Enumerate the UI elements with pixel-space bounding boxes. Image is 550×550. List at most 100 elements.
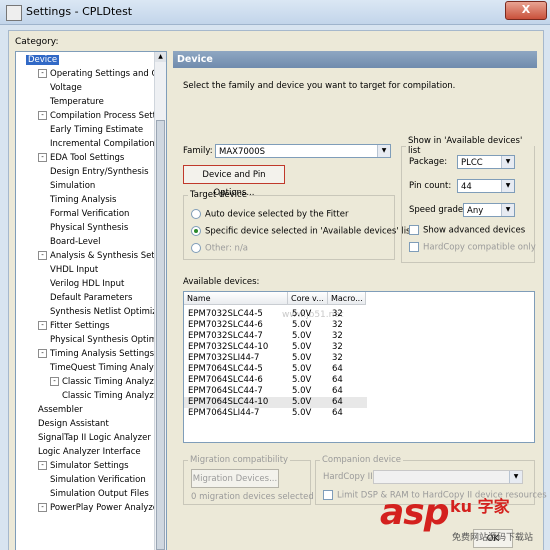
tree-item[interactable]: - Timing Analysis Settings	[38, 348, 154, 361]
tree-item-label: Physical Synthesis	[50, 223, 129, 233]
core-voltage: 5.0V	[292, 397, 312, 407]
category-label: Category:	[15, 37, 59, 47]
tree-item[interactable]: Logic Analyzer Interface	[38, 446, 141, 459]
tree-item[interactable]: Verilog HDL Input	[50, 278, 124, 291]
tree-item[interactable]: - Compilation Process Settings	[38, 110, 166, 123]
collapse-toggle-icon[interactable]: -	[38, 69, 47, 78]
tree-item[interactable]: Simulation	[50, 180, 95, 193]
checkbox-icon	[409, 242, 419, 252]
target-device-legend: Target device	[190, 190, 247, 200]
tree-item[interactable]: - Fitter Settings	[38, 320, 110, 333]
tree-item[interactable]: Simulation Verification	[50, 474, 146, 487]
macrocells: 64	[332, 375, 343, 385]
tree-item[interactable]: Timing Analysis	[50, 194, 116, 207]
tree-item[interactable]: Physical Synthesis	[50, 222, 128, 235]
table-row[interactable]: EPM7064SLC44-7 5.0V 64	[184, 386, 367, 397]
collapse-toggle-icon[interactable]: -	[38, 503, 47, 512]
tree-item[interactable]: VHDL Input	[50, 264, 98, 277]
tree-item[interactable]: Design Entry/Synthesis	[50, 166, 149, 179]
settings-window: Settings - CPLDtest X Category: Device - O…	[0, 0, 550, 550]
table-row[interactable]: EPM7032SLC44-6 5.0V 32	[184, 320, 367, 331]
tree-item[interactable]: -Classic Timing Analyzer Settings	[50, 376, 166, 389]
radio-specific-device[interactable]: Specific device selected in 'Available d…	[191, 226, 414, 237]
column-header-core[interactable]: Core v...	[288, 292, 328, 305]
tree-item-label: Design Entry/Synthesis	[50, 167, 149, 177]
brand-watermark: asp	[380, 492, 449, 533]
device-name: EPM7032SLC44-7	[188, 331, 263, 341]
close-button[interactable]: X	[505, 1, 547, 20]
collapse-toggle-icon[interactable]: -	[38, 111, 47, 120]
tree-item[interactable]: Simulation Output Files	[50, 488, 149, 501]
tree-item[interactable]: Default Parameters	[50, 292, 132, 305]
radio-selected-icon	[191, 226, 201, 236]
chevron-down-icon: ▼	[501, 180, 514, 192]
hardcopy-label: HardCopy II:	[323, 472, 376, 482]
core-voltage: 5.0V	[292, 320, 312, 330]
table-row[interactable]: EPM7064SLC44-5 5.0V 64	[184, 364, 367, 375]
speed-grade-value: Any	[467, 206, 484, 216]
tree-item-label: EDA Tool Settings	[50, 153, 125, 163]
tree-item[interactable]: Device	[26, 54, 60, 67]
column-header-macro[interactable]: Macro...	[328, 292, 366, 305]
table-row[interactable]: EPM7032SLC44-7 5.0V 32	[184, 331, 367, 342]
tree-item-label: Temperature	[50, 97, 104, 107]
device-pin-options-button[interactable]: Device and Pin Options...	[183, 165, 285, 198]
show-advanced-checkbox[interactable]: Show advanced devices	[409, 225, 525, 236]
collapse-toggle-icon[interactable]: -	[50, 377, 59, 386]
radio-auto-device[interactable]: Auto device selected by the Fitter	[191, 209, 348, 220]
tree-item[interactable]: Voltage	[50, 82, 82, 95]
tree-item[interactable]: Board-Level	[50, 236, 101, 249]
show-advanced-label: Show advanced devices	[423, 225, 526, 236]
collapse-toggle-icon[interactable]: -	[38, 461, 47, 470]
collapse-toggle-icon[interactable]: -	[38, 153, 47, 162]
tree-item[interactable]: Early Timing Estimate	[50, 124, 143, 137]
tree-item-label: Early Timing Estimate	[50, 125, 144, 135]
tree-item-label: Verilog HDL Input	[50, 279, 125, 289]
tree-item[interactable]: Synthesis Netlist Optimizations	[50, 306, 166, 319]
title-bar: Settings - CPLDtest X	[0, 0, 550, 25]
tree-item-label: Physical Synthesis Optimizations	[50, 335, 166, 345]
device-name: EPM7064SLC44-7	[188, 386, 263, 396]
chevron-down-icon: ▼	[509, 471, 522, 483]
table-row[interactable]: EPM7032SLC44-10 5.0V 32	[184, 342, 367, 353]
tree-item[interactable]: - Analysis & Synthesis Settings	[38, 250, 166, 263]
scroll-thumb[interactable]	[156, 120, 165, 550]
tree-item[interactable]: TimeQuest Timing Analyzer	[50, 362, 167, 375]
tree-item-label: TimeQuest Timing Analyzer	[50, 363, 167, 373]
tree-item[interactable]: -PowerPlay Power Analyzer Settings	[38, 502, 166, 515]
available-devices-table[interactable]: Name Core v... Macro... www.jb51.net EPM…	[183, 291, 535, 443]
tree-item[interactable]: SignalTap II Logic Analyzer	[38, 432, 151, 445]
pin-count-select[interactable]: 44 ▼	[457, 179, 515, 193]
tree-item-label: Board-Level	[50, 237, 101, 247]
table-row[interactable]: EPM7064SLC44-10 5.0V 64	[184, 397, 367, 408]
tree-item[interactable]: Assembler	[38, 404, 83, 417]
core-voltage: 5.0V	[292, 386, 312, 396]
collapse-toggle-icon[interactable]: -	[38, 321, 47, 330]
migration-legend: Migration compatibility	[190, 455, 289, 465]
column-header-name[interactable]: Name	[184, 292, 288, 305]
tree-item[interactable]: Physical Synthesis Optimizations	[50, 334, 166, 347]
speed-grade-select[interactable]: Any ▼	[463, 203, 515, 217]
tree-item[interactable]: Formal Verification	[50, 208, 129, 221]
collapse-toggle-icon[interactable]: -	[38, 349, 47, 358]
macrocells: 32	[332, 331, 343, 341]
table-row[interactable]: EPM7032SLI44-7 5.0V 32	[184, 353, 367, 364]
table-row[interactable]: EPM7064SLC44-6 5.0V 64	[184, 375, 367, 386]
tree-item[interactable]: Temperature	[50, 96, 104, 109]
tree-item[interactable]: Incremental Compilation	[50, 138, 155, 151]
package-select[interactable]: PLCC ▼	[457, 155, 515, 169]
collapse-toggle-icon[interactable]: -	[38, 251, 47, 260]
table-row[interactable]: EPM7032SLC44-5 5.0V 32	[184, 309, 367, 320]
scroll-up-icon[interactable]: ▲	[155, 52, 166, 62]
tree-item[interactable]: Classic Timing Analyzer Reports	[62, 390, 166, 403]
macrocells: 32	[332, 320, 343, 330]
device-name: EPM7032SLI44-7	[188, 353, 260, 363]
tree-scrollbar[interactable]: ▲	[154, 52, 166, 550]
tree-item-label: Assembler	[38, 405, 83, 415]
family-select[interactable]: MAX7000S ▼	[215, 144, 391, 158]
tree-item[interactable]: -Operating Settings and Conditions	[38, 68, 166, 81]
tree-item[interactable]: - EDA Tool Settings	[38, 152, 124, 165]
tree-item[interactable]: Design Assistant	[38, 418, 109, 431]
table-row[interactable]: EPM7064SLI44-7 5.0V 64	[184, 408, 367, 419]
tree-item[interactable]: - Simulator Settings	[38, 460, 129, 473]
